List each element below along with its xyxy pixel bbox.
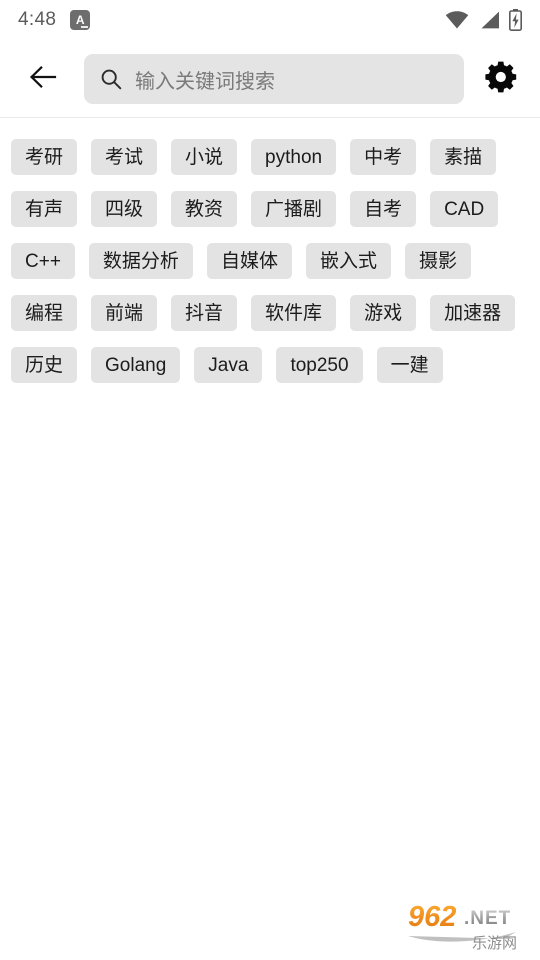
keyword-tag[interactable]: 软件库 <box>251 295 337 331</box>
keyword-tag[interactable]: 嵌入式 <box>305 243 391 279</box>
ime-indicator-icon: A <box>70 10 91 30</box>
keyword-tag[interactable]: 教资 <box>171 191 238 227</box>
status-bar-clock: 4:48 <box>18 9 57 30</box>
keyword-tag[interactable]: 四级 <box>91 191 158 227</box>
keyword-tag[interactable]: 数据分析 <box>88 243 193 279</box>
search-input[interactable]: 输入关键词搜索 <box>84 54 464 104</box>
keyword-tag[interactable]: CAD <box>430 191 499 227</box>
keyword-tag[interactable]: Java <box>194 347 263 383</box>
keyword-tag[interactable]: 加速器 <box>430 295 516 331</box>
keyword-tag[interactable]: 考试 <box>91 139 158 175</box>
cellular-signal-icon <box>478 11 500 29</box>
keyword-tag[interactable]: 自考 <box>350 191 417 227</box>
status-bar-left: 4:48 A <box>18 9 91 31</box>
keyword-tag[interactable]: 有声 <box>11 191 78 227</box>
watermark-sub-text: 乐游网 <box>472 934 517 952</box>
site-watermark-logo: 962 .NET 乐游网 <box>406 896 532 952</box>
keyword-tag[interactable]: 编程 <box>11 295 78 331</box>
keyword-tag[interactable]: 一建 <box>376 347 443 383</box>
keyword-tag[interactable]: 中考 <box>350 139 417 175</box>
keyword-tag[interactable]: 历史 <box>11 347 78 383</box>
keyword-tag[interactable]: C++ <box>11 243 75 279</box>
keyword-tag[interactable]: Golang <box>91 347 181 383</box>
wifi-icon <box>445 11 469 29</box>
watermark-suffix-text: .NET <box>464 908 511 929</box>
search-icon <box>100 68 122 90</box>
gear-icon <box>483 59 519 100</box>
battery-charging-icon <box>509 9 522 31</box>
keyword-tag[interactable]: 广播剧 <box>251 191 337 227</box>
back-button[interactable] <box>18 54 68 104</box>
keyword-tag[interactable]: 游戏 <box>350 295 417 331</box>
settings-button[interactable] <box>478 54 524 104</box>
keyword-tag[interactable]: 小说 <box>171 139 238 175</box>
search-input-placeholder: 输入关键词搜索 <box>135 70 275 93</box>
keyword-tag[interactable]: 自媒体 <box>206 243 292 279</box>
status-bar: 4:48 A <box>0 0 540 40</box>
keyword-tag[interactable]: 抖音 <box>171 295 238 331</box>
keyword-tag[interactable]: 前端 <box>91 295 158 331</box>
keyword-tag[interactable]: python <box>251 139 337 175</box>
status-bar-right <box>445 9 522 31</box>
search-header: 输入关键词搜索 <box>0 40 540 118</box>
watermark-primary-text: 962 <box>408 901 456 933</box>
back-arrow-icon <box>28 64 58 95</box>
keyword-tag[interactable]: 摄影 <box>404 243 471 279</box>
keyword-tag[interactable]: 考研 <box>11 139 78 175</box>
keyword-tag[interactable]: top250 <box>276 347 363 383</box>
hot-keyword-tag-list: 考研 考试 小说 python 中考 素描有声 四级 教资 广播剧 自考 CAD C++ 数据分析 自媒体… <box>0 118 540 383</box>
keyword-tag[interactable]: 素描 <box>430 139 497 175</box>
